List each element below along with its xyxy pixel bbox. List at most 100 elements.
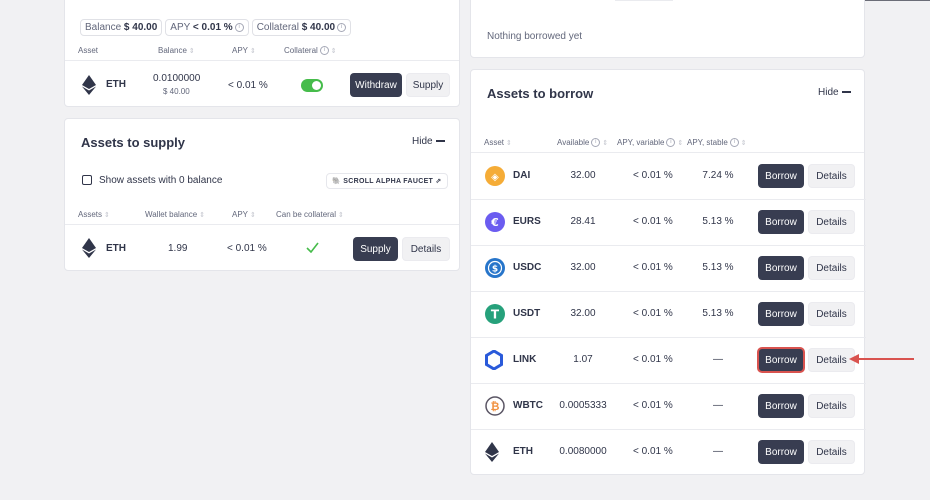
usdt-icon: T [485,304,505,329]
usdc-icon: $ [485,258,505,283]
details-button[interactable]: Details [808,348,855,372]
link-icon [485,349,503,375]
header-asset[interactable]: Asset [78,46,98,55]
show-zero-balance-checkbox[interactable] [82,175,92,185]
arrow-head-icon [849,354,859,364]
details-button[interactable]: Details [808,394,855,418]
your-borrows-panel: Nothing borrowed yet [470,0,865,58]
header-apy[interactable]: APY ⇕ [232,46,256,55]
sort-icon: ⇕ [188,47,195,55]
hide-button[interactable]: Hide [412,136,445,147]
info-icon: i [234,22,244,32]
borrow-button[interactable]: Borrow [758,256,804,280]
hide-button[interactable]: Hide [818,87,851,98]
empty-borrows-text: Nothing borrowed yet [487,31,583,42]
svg-text:₿: ₿ [491,400,500,413]
apy-stable: 7.24 % [702,170,734,181]
row-divider [471,291,866,292]
row-divider [471,337,866,338]
info-icon: i [729,138,739,148]
header-can-be-collateral[interactable]: Can be collateral ⇕ [276,210,344,219]
header-balance[interactable]: Balance ⇕ [158,46,195,55]
your-supplies-panel: Balance $ 40.00 APY < 0.01 % i Collateral $… [64,0,460,107]
available-amount: 32.00 [570,308,596,319]
assets-to-borrow-panel: Assets to borrow Hide Asset ⇕ Available i ⇕… [470,69,866,475]
borrow-button[interactable]: Borrow [757,347,805,373]
external-link-icon: ⇗ [435,178,442,185]
withdraw-button[interactable]: Withdraw [350,73,402,97]
apy-stable: — [713,354,723,365]
header-collateral[interactable]: Collateral i ⇕ [284,46,337,56]
asset-symbol: ETH [106,243,126,254]
faucet-icon: 🐘 [332,178,342,185]
asset-symbol: ETH [513,446,533,457]
eth-icon [82,75,96,95]
row-divider [471,245,866,246]
divider [65,60,459,61]
supply-apy: < 0.01 % [228,80,268,91]
header-asset[interactable]: Asset ⇕ [484,138,512,147]
supply-button[interactable]: Supply [406,73,450,97]
details-button[interactable]: Details [808,302,855,326]
svg-text:€: € [490,216,499,229]
sort-icon: ⇕ [199,211,206,219]
borrow-button[interactable]: Borrow [758,164,804,188]
borrow-button[interactable]: Borrow [758,302,804,326]
details-button[interactable]: Details [808,256,855,280]
apy-variable: < 0.01 % [633,308,673,319]
row-divider [471,199,866,200]
supply-balance-usd: $ 40.00 [163,87,190,96]
annotation-arrow [858,358,914,360]
borrow-button[interactable]: Borrow [758,440,804,464]
available-amount: 28.41 [570,216,596,227]
details-button[interactable]: Details [808,210,855,234]
supplies-summary: Balance $ 40.00 APY < 0.01 % i Collateral $… [80,17,354,36]
available-amount: 1.07 [573,354,593,365]
borrow-button[interactable]: Borrow [758,394,804,418]
eurs-icon: € [485,212,505,237]
svg-text:T: T [491,308,500,322]
apy-variable: < 0.01 % [633,446,673,457]
borrow-button[interactable]: Borrow [758,210,804,234]
apy-variable: < 0.01 % [633,216,673,227]
details-button[interactable]: Details [808,440,855,464]
header-wallet-balance[interactable]: Wallet balance ⇕ [145,210,205,219]
details-button[interactable]: Details [808,164,855,188]
asset-symbol: WBTC [513,400,543,411]
info-icon: i [591,138,601,148]
top-divider-line [865,0,930,1]
asset-symbol: USDT [513,308,541,319]
info-icon: i [666,138,676,148]
header-assets[interactable]: Assets ⇕ [78,210,110,219]
sort-icon: ⇕ [602,139,609,147]
section-title: Assets to supply [81,135,186,150]
apy-stable: 5.13 % [702,308,734,319]
svg-text:◈: ◈ [491,172,499,183]
wallet-balance: 1.99 [168,243,188,254]
header-available[interactable]: Available i ⇕ [557,138,609,148]
sort-icon: ⇕ [250,47,256,55]
faucet-link[interactable]: 🐘 SCROLL ALPHA FAUCET ⇗ [326,173,448,189]
header-apy-stable[interactable]: APY, stable i ⇕ [687,138,747,148]
show-zero-balance-label[interactable]: Show assets with 0 balance [99,175,222,186]
available-amount: 32.00 [570,262,596,273]
available-amount: 32.00 [570,170,596,181]
available-amount: 0.0005333 [559,400,607,411]
assets-to-supply-panel: Assets to supply Hide Show assets with 0… [64,118,460,271]
balance-pill: Balance $ 40.00 [80,19,163,36]
collateral-toggle[interactable] [301,79,323,92]
header-apy[interactable]: APY ⇕ [232,210,256,219]
sort-icon: ⇕ [740,139,747,147]
asset-symbol: LINK [513,354,537,365]
sort-icon: ⇕ [104,211,110,219]
asset-symbol: EURS [513,216,541,227]
section-title: Assets to borrow [487,86,594,101]
header-apy-variable[interactable]: APY, variable i ⇕ [617,138,683,148]
details-button[interactable]: Details [402,237,450,261]
apy-variable: < 0.01 % [633,262,673,273]
asset-symbol: DAI [513,170,531,181]
sort-icon: ⇕ [506,139,512,147]
row-divider [471,383,866,384]
info-icon: i [337,22,347,32]
supply-button[interactable]: Supply [353,237,398,261]
